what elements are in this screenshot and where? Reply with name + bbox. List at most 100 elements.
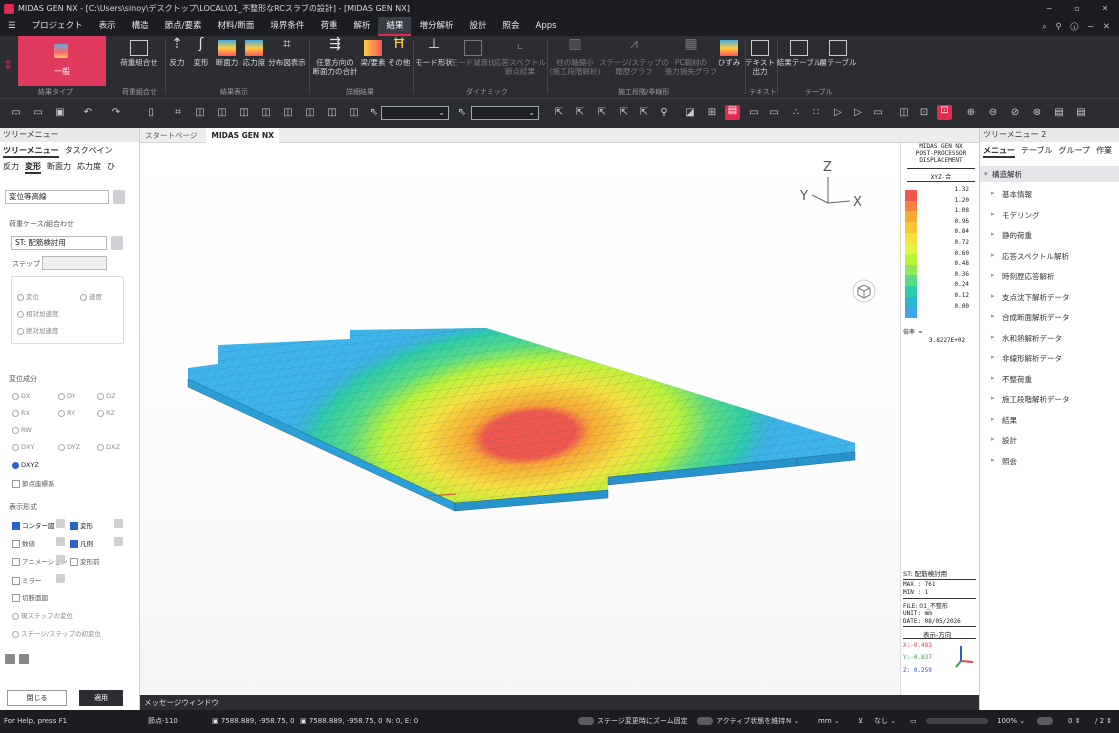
tab-deform[interactable]: 変形 xyxy=(25,161,41,174)
length-unit-select[interactable]: mm ⌄ xyxy=(818,710,840,733)
view-toggle[interactable] xyxy=(1037,710,1056,733)
menu-query[interactable]: 照会 xyxy=(495,17,528,36)
message-window-bar[interactable]: メッセージウィンドウ xyxy=(140,695,979,710)
tree-item[interactable]: 施工段階解析データ xyxy=(991,394,1069,405)
checkbox-value[interactable]: 数値 xyxy=(12,538,35,548)
screen-icon[interactable]: ▭ xyxy=(910,710,917,733)
maximize-icon[interactable]: ▫ xyxy=(1063,4,1091,13)
apply-button[interactable]: 適用 xyxy=(79,690,123,706)
force-button[interactable]: 断面力 xyxy=(214,40,240,84)
hide-icon[interactable]: ▭ xyxy=(872,107,884,119)
radio-stage-initial[interactable]: ステージ/ステップの初変位 xyxy=(12,628,101,638)
radio-displacement[interactable]: 変位 xyxy=(17,291,39,301)
animation-options-button[interactable] xyxy=(56,555,65,564)
menu-apps[interactable]: Apps xyxy=(528,17,565,36)
menu-results[interactable]: 結果 xyxy=(378,17,412,36)
nav2-icon[interactable]: ▷ xyxy=(852,107,864,119)
search-icon[interactable]: ⌕ ⚲ ⓘ − ✕ xyxy=(1042,22,1119,32)
force-unit-select[interactable]: N ⌄ xyxy=(786,710,799,733)
distribution-button[interactable]: ⌗ 分布図表示 xyxy=(268,37,306,84)
tree-item[interactable]: 水和熱解析データ xyxy=(991,333,1062,344)
menu-view[interactable]: 表示 xyxy=(91,17,124,36)
tree-item[interactable]: 設計 xyxy=(991,435,1017,446)
tree-root-row[interactable]: ▾ 構造解析 xyxy=(980,166,1119,182)
tab-force[interactable]: 断面力 xyxy=(47,161,71,174)
radio-dz[interactable]: DZ xyxy=(97,392,115,400)
select-intersect-icon[interactable]: ◫ xyxy=(238,107,250,119)
tree-item[interactable]: 時刻歴応答解析 xyxy=(991,271,1054,282)
monitor-icon[interactable]: ▭ xyxy=(748,107,760,119)
tab-work[interactable]: 作業 xyxy=(1096,145,1112,158)
tree-item[interactable]: 支点沈下解析データ xyxy=(991,292,1069,303)
select-polygon-icon[interactable]: ◫ xyxy=(216,107,228,119)
loadcase-more-button[interactable] xyxy=(111,236,123,250)
page-stepper[interactable]: 0 ⇕ xyxy=(1068,710,1081,733)
zoom-fit-icon[interactable]: ⊘ xyxy=(1009,107,1021,119)
radio-dx[interactable]: DX xyxy=(12,392,30,400)
dots2-icon[interactable]: ∷ xyxy=(810,107,822,119)
tab-stress[interactable]: 応力度 xyxy=(77,161,101,174)
menu-load[interactable]: 荷重 xyxy=(312,17,345,36)
hamburger-icon[interactable]: ☰ xyxy=(0,17,24,36)
radio-relative-acc[interactable]: 相対加速度 xyxy=(17,308,59,318)
section-sum-button[interactable]: ⇶ 任意方向の 断面力の合計 xyxy=(312,37,358,84)
slab-contour-model[interactable]: Z Y X xyxy=(140,143,900,695)
checkbox-legend[interactable]: 凡例 xyxy=(70,538,93,548)
radio-dxz[interactable]: DXZ xyxy=(97,443,120,451)
deform-options-button[interactable] xyxy=(114,519,123,528)
toggle-icon[interactable] xyxy=(1037,717,1053,725)
collapse-icon[interactable]: ⇕ xyxy=(3,58,13,72)
zoom-select[interactable]: 100% ⌄ xyxy=(997,710,1025,733)
new-file-icon[interactable]: ▭ xyxy=(10,107,22,119)
tree-item[interactable]: 基本情報 xyxy=(991,189,1032,200)
result-type-general-button[interactable]: 一般 xyxy=(18,36,106,86)
menu-analysis[interactable]: 解析 xyxy=(345,17,378,36)
radio-dxyz[interactable]: DXYZ xyxy=(12,461,39,469)
contour-options-button[interactable] xyxy=(56,519,65,528)
menu-design[interactable]: 設計 xyxy=(462,17,495,36)
tree-item[interactable]: 静的荷重 xyxy=(991,230,1032,241)
tendon-loss-button[interactable]: ▦ PC鋼材の 張力損失グラフ xyxy=(665,37,718,84)
lock-icon[interactable]: ⊡ xyxy=(918,107,930,119)
tree-item[interactable]: 応答スペクトル解析 xyxy=(991,251,1069,262)
close-icon[interactable]: ✕ xyxy=(1091,4,1119,13)
tree-item[interactable]: 非線形解析データ xyxy=(991,353,1062,364)
mode-select[interactable]: 変位等高線 xyxy=(5,190,109,204)
property-combo[interactable]: ⌄ xyxy=(471,106,539,120)
grid-icon[interactable]: ⊞ xyxy=(706,107,718,119)
radio-rx[interactable]: RX xyxy=(12,409,30,417)
close-button[interactable]: 閉じる xyxy=(7,690,67,706)
mirror-options-button[interactable] xyxy=(56,574,65,583)
filter-icon[interactable]: ⇖ xyxy=(368,107,380,119)
menu-project[interactable]: プロジェクト xyxy=(24,17,91,36)
copy-icon[interactable]: ▯ xyxy=(145,107,157,119)
open-icon[interactable]: ▭ xyxy=(32,107,44,119)
dots-icon[interactable]: ∴ xyxy=(790,107,802,119)
redo-icon[interactable]: ↷ xyxy=(110,107,122,119)
checkbox-deform[interactable]: 変形 xyxy=(70,520,93,530)
select-window-icon[interactable]: ◫ xyxy=(194,107,206,119)
reaction-button[interactable]: ⇡ 反力 xyxy=(167,37,187,84)
page-stepper-2[interactable]: / 2 ⇕ xyxy=(1095,710,1112,733)
display-icon[interactable]: ▤ xyxy=(725,105,740,120)
other-button[interactable]: Ħ その他 xyxy=(388,37,411,84)
value-options-button[interactable] xyxy=(56,537,65,546)
print-icon[interactable]: ▤ xyxy=(1053,107,1065,119)
menu-material-section[interactable]: 材料/断面 xyxy=(210,17,263,36)
zoom-out-icon[interactable]: ⊖ xyxy=(987,107,999,119)
checkbox-undeformed[interactable]: 変形前 xyxy=(70,556,100,566)
nav-icon[interactable]: ▷ xyxy=(832,107,844,119)
arrow4-icon[interactable]: ⇱ xyxy=(618,107,630,119)
tab-tree-menu[interactable]: ツリーメニュー xyxy=(3,145,59,158)
result-table-button[interactable]: 結果テーブル xyxy=(777,40,821,84)
arrow3-icon[interactable]: ⇱ xyxy=(596,107,608,119)
checkbox-cutting-plane[interactable]: 切断面図 xyxy=(12,592,48,602)
panel-icon-1[interactable] xyxy=(5,654,15,664)
tree-item[interactable]: モデリング xyxy=(991,210,1039,221)
radio-ry[interactable]: RY xyxy=(58,409,75,417)
radio-dy[interactable]: DY xyxy=(58,392,76,400)
tree-item[interactable]: 不整荷重 xyxy=(991,374,1032,385)
filter2-icon[interactable]: ⇖ xyxy=(456,107,468,119)
stage-history-button[interactable]: ⩘ ステージ/ステップの 履歴グラフ xyxy=(599,37,669,84)
step-select[interactable] xyxy=(42,256,107,270)
